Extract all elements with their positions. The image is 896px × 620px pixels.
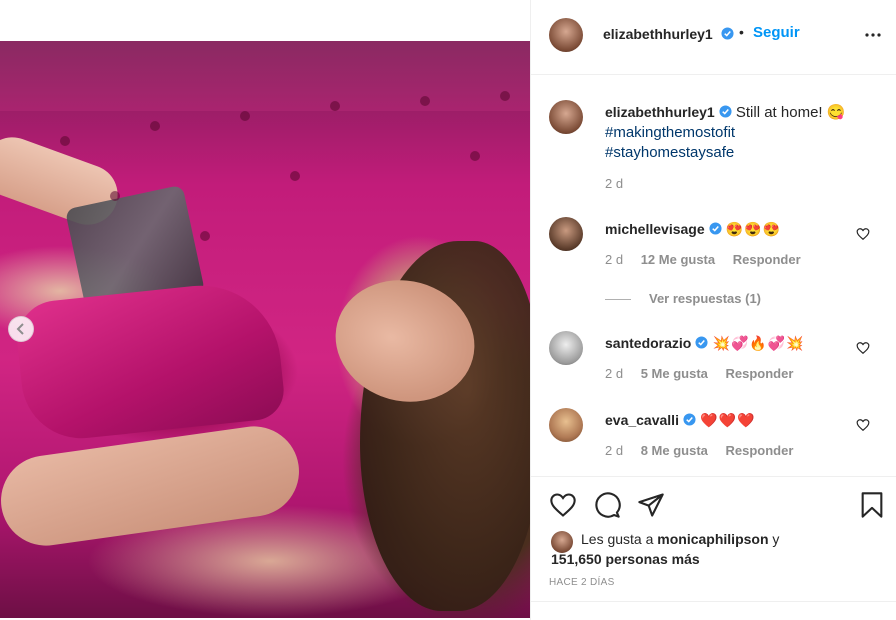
post-actions: Les gusta a monicaphilipson y 151,650 pe…: [531, 476, 896, 620]
comment-time[interactable]: 2 d: [605, 443, 623, 458]
couch-tuft: [290, 171, 300, 181]
post-photo[interactable]: [0, 41, 530, 618]
author-username[interactable]: elizabethhurley1: [603, 26, 734, 42]
comment-row: eva_cavalli ❤️❤️❤️ 2 d 8 Me gusta Respon…: [549, 408, 880, 468]
comment-time[interactable]: 2 d: [605, 252, 623, 267]
photo-dress: [13, 277, 287, 445]
photo-wall: [0, 41, 530, 111]
caption-meta: 2 d: [605, 176, 637, 191]
comment-username-text[interactable]: eva_cavalli: [605, 412, 679, 428]
heart-icon[interactable]: [856, 418, 870, 432]
comment-likes[interactable]: 5 Me gusta: [641, 366, 708, 381]
couch-tuft: [330, 101, 340, 111]
caption-row: elizabethhurley1 Still at home! 😋 #makin…: [549, 100, 880, 200]
heart-icon[interactable]: [549, 491, 577, 519]
author-username-text[interactable]: elizabethhurley1: [603, 26, 713, 42]
caption-text: Still at home! 😋: [735, 104, 846, 121]
bookmark-icon[interactable]: [858, 491, 886, 519]
comments-section: elizabethhurley1 Still at home! 😋 #makin…: [531, 75, 896, 476]
post-side-panel: elizabethhurley1 • Seguir elizabethhurle…: [530, 0, 896, 620]
post-header: elizabethhurley1 • Seguir: [531, 0, 896, 75]
reply-button[interactable]: Responder: [733, 252, 801, 267]
hashtag-link[interactable]: #makingthemostofit: [605, 123, 850, 143]
reply-button[interactable]: Responder: [726, 443, 794, 458]
couch-tuft: [420, 96, 430, 106]
verified-badge-icon: [683, 413, 696, 426]
reply-button[interactable]: Responder: [726, 366, 794, 381]
comment-avatar[interactable]: [549, 331, 583, 365]
previous-photo-button[interactable]: [8, 316, 34, 342]
caption-username-text[interactable]: elizabethhurley1: [605, 104, 715, 120]
author-avatar[interactable]: [549, 18, 583, 52]
comment-avatar[interactable]: [549, 217, 583, 251]
comment-body: eva_cavalli ❤️❤️❤️: [605, 410, 850, 431]
likes-count[interactable]: 151,650 personas más: [551, 549, 779, 569]
post-timestamp[interactable]: HACE 2 DÍAS: [549, 577, 615, 588]
comment-icon[interactable]: [593, 491, 621, 519]
comment-meta: 2 d 5 Me gusta Responder: [605, 366, 807, 381]
heart-icon[interactable]: [856, 227, 870, 241]
comment-text: 💥💞🔥💞💥: [712, 335, 805, 351]
couch-tuft: [500, 91, 510, 101]
photo-arm: [0, 420, 305, 552]
comment-username[interactable]: michellevisage: [605, 221, 722, 237]
comment-row: santedorazio 💥💞🔥💞💥 2 d 5 Me gusta Respon…: [549, 331, 880, 391]
likes-connector: y: [772, 531, 780, 547]
header-separator: •: [739, 24, 744, 40]
caption-body: elizabethhurley1 Still at home! 😋 #makin…: [605, 102, 850, 163]
caption-time[interactable]: 2 d: [605, 176, 623, 191]
replies-divider: [605, 299, 631, 301]
liker-avatar[interactable]: [551, 531, 573, 553]
comment-username[interactable]: santedorazio: [605, 335, 708, 351]
likes-text: Les gusta a monicaphilipson y: [581, 529, 779, 549]
comment-username-text[interactable]: michellevisage: [605, 221, 705, 237]
more-options-icon[interactable]: [864, 26, 882, 44]
view-replies-button[interactable]: Ver respuestas (1): [605, 291, 761, 306]
heart-icon[interactable]: [856, 341, 870, 355]
caption-avatar[interactable]: [549, 100, 583, 134]
comment-username[interactable]: eva_cavalli: [605, 412, 696, 428]
couch-tuft: [150, 121, 160, 131]
comment-likes[interactable]: 8 Me gusta: [641, 443, 708, 458]
liker-username[interactable]: monicaphilipson: [657, 531, 768, 547]
couch-tuft: [110, 191, 120, 201]
verified-badge-icon: [721, 27, 734, 40]
comment-text: ❤️❤️❤️: [700, 412, 756, 428]
couch-tuft: [240, 111, 250, 121]
comment-likes[interactable]: 12 Me gusta: [641, 252, 715, 267]
view-replies-label[interactable]: Ver respuestas (1): [649, 291, 761, 306]
follow-button[interactable]: Seguir: [753, 24, 800, 41]
paper-plane-icon[interactable]: [637, 491, 665, 519]
likes-prefix: Les gusta a: [581, 531, 654, 547]
couch-tuft: [200, 231, 210, 241]
likes-summary: Les gusta a monicaphilipson y 151,650 pe…: [551, 529, 779, 569]
comment-meta: 2 d 12 Me gusta Responder: [605, 252, 815, 267]
comment-body: santedorazio 💥💞🔥💞💥: [605, 333, 850, 354]
caption-username[interactable]: elizabethhurley1: [605, 104, 732, 120]
couch-tuft: [470, 151, 480, 161]
comment-body: michellevisage 😍😍😍: [605, 219, 850, 240]
verified-badge-icon: [709, 222, 722, 235]
hashtag-link[interactable]: #stayhomestaysafe: [605, 143, 850, 163]
comment-text: 😍😍😍: [725, 221, 782, 237]
verified-badge-icon: [719, 105, 732, 118]
verified-badge-icon: [695, 336, 708, 349]
comment-meta: 2 d 8 Me gusta Responder: [605, 443, 807, 458]
actions-divider: [531, 601, 896, 602]
comment-username-text[interactable]: santedorazio: [605, 335, 691, 351]
comment-time[interactable]: 2 d: [605, 366, 623, 381]
couch-tuft: [60, 136, 70, 146]
chevron-left-icon: [16, 323, 24, 335]
comment-avatar[interactable]: [549, 408, 583, 442]
post-media-panel: [0, 0, 530, 620]
